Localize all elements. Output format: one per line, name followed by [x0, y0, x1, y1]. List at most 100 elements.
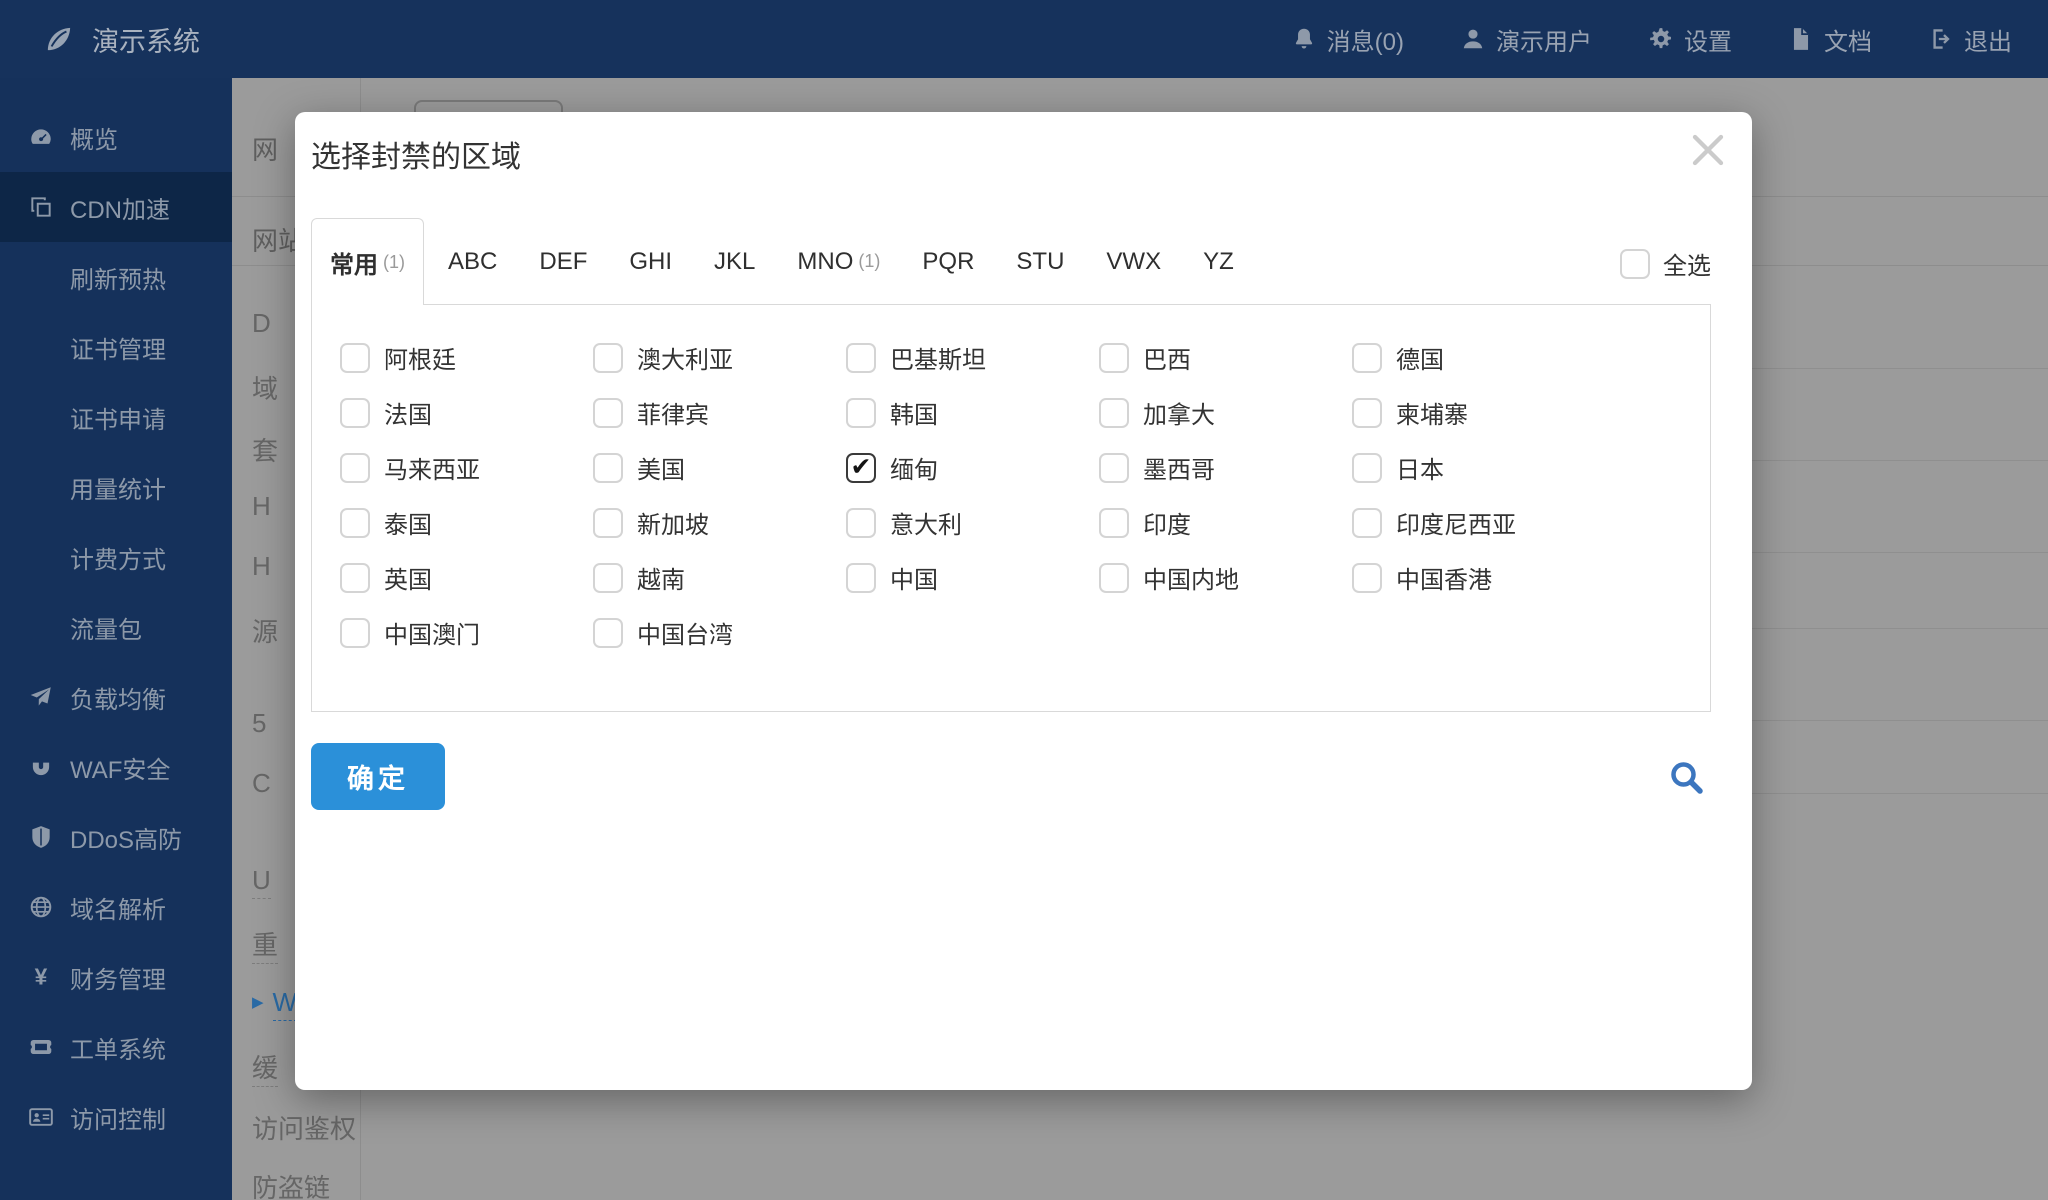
region-checkbox[interactable] — [1099, 508, 1129, 538]
sidebar-item-10[interactable]: DDoS高防 — [0, 802, 232, 872]
region-checkbox[interactable] — [593, 343, 623, 373]
region-option[interactable]: 法国 — [340, 385, 593, 440]
tab-JKL[interactable]: JKL — [714, 218, 755, 305]
brand[interactable]: 演示系统 — [42, 0, 200, 78]
nav-item-1[interactable]: 演示用户 — [1460, 22, 1592, 57]
region-checkbox[interactable] — [340, 398, 370, 428]
region-option[interactable]: 巴西 — [1099, 330, 1352, 385]
region-checkbox[interactable] — [593, 508, 623, 538]
region-option[interactable]: 加拿大 — [1099, 385, 1352, 440]
region-checkbox[interactable] — [340, 343, 370, 373]
sidebar-item-11[interactable]: 域名解析 — [0, 872, 232, 942]
region-checkbox[interactable] — [340, 563, 370, 593]
region-checkbox[interactable] — [1352, 398, 1382, 428]
sidebar-item-3[interactable]: 证书管理 — [0, 312, 232, 382]
region-checkbox[interactable] — [846, 343, 876, 373]
tab-label: MNO — [797, 248, 853, 276]
sidebar-item-12[interactable]: ¥财务管理 — [0, 942, 232, 1012]
nav-item-2[interactable]: 设置 — [1648, 22, 1732, 57]
sidebar-item-14[interactable]: 访问控制 — [0, 1082, 232, 1152]
region-option[interactable]: 中国香港 — [1352, 550, 1605, 605]
region-option[interactable]: 新加坡 — [593, 495, 846, 550]
tab-STU[interactable]: STU — [1016, 218, 1064, 305]
region-checkbox[interactable] — [1352, 508, 1382, 538]
region-option[interactable]: ✔缅甸 — [846, 440, 1099, 495]
region-checkbox[interactable] — [1099, 343, 1129, 373]
tab-count: (1) — [383, 252, 405, 273]
region-label: 新加坡 — [637, 505, 709, 540]
sidebar: 概览CDN加速刷新预热证书管理证书申请用量统计计费方式流量包负载均衡WAF安全D… — [0, 78, 232, 1200]
tab-MNO[interactable]: MNO(1) — [797, 218, 880, 305]
confirm-button[interactable]: 确定 — [311, 743, 445, 810]
region-checkbox[interactable] — [846, 508, 876, 538]
sidebar-item-6[interactable]: 计费方式 — [0, 522, 232, 592]
sidebar-item-label: 用量统计 — [70, 470, 166, 505]
region-option[interactable]: 印度尼西亚 — [1352, 495, 1605, 550]
region-option[interactable]: 澳大利亚 — [593, 330, 846, 385]
region-option[interactable]: 菲律宾 — [593, 385, 846, 440]
sidebar-item-8[interactable]: 负载均衡 — [0, 662, 232, 732]
region-option[interactable]: 越南 — [593, 550, 846, 605]
region-option[interactable]: 泰国 — [340, 495, 593, 550]
sidebar-item-label: 工单系统 — [70, 1030, 166, 1065]
tab-常用[interactable]: 常用(1) — [311, 218, 424, 305]
tab-VWX[interactable]: VWX — [1106, 218, 1161, 305]
region-checkbox[interactable]: ✔ — [846, 453, 876, 483]
region-checkbox[interactable] — [1352, 453, 1382, 483]
select-all[interactable]: 全选 — [1620, 246, 1711, 281]
region-checkbox[interactable] — [593, 453, 623, 483]
region-option[interactable]: 韩国 — [846, 385, 1099, 440]
region-checkbox[interactable] — [593, 398, 623, 428]
tab-YZ[interactable]: YZ — [1203, 218, 1234, 305]
sidebar-item-13[interactable]: 工单系统 — [0, 1012, 232, 1082]
tab-ABC[interactable]: ABC — [448, 218, 497, 305]
region-option[interactable]: 柬埔寨 — [1352, 385, 1605, 440]
sidebar-item-0[interactable]: 概览 — [0, 102, 232, 172]
select-all-checkbox[interactable] — [1620, 249, 1650, 279]
close-icon[interactable] — [1682, 124, 1734, 176]
region-option[interactable]: 意大利 — [846, 495, 1099, 550]
region-checkbox[interactable] — [1352, 343, 1382, 373]
nav-item-3[interactable]: 文档 — [1788, 22, 1872, 57]
region-option[interactable]: 美国 — [593, 440, 846, 495]
sidebar-item-4[interactable]: 证书申请 — [0, 382, 232, 452]
region-checkbox[interactable] — [593, 563, 623, 593]
region-label: 泰国 — [384, 505, 432, 540]
region-checkbox[interactable] — [340, 508, 370, 538]
nav-item-0[interactable]: 消息(0) — [1291, 22, 1404, 57]
region-option[interactable]: 日本 — [1352, 440, 1605, 495]
region-checkbox[interactable] — [340, 618, 370, 648]
region-option[interactable]: 中国台湾 — [593, 605, 846, 660]
region-label: 印度尼西亚 — [1396, 505, 1516, 540]
region-option[interactable]: 中国澳门 — [340, 605, 593, 660]
app-root: 网 网站 D域套HH源5CU重▶W缓访问鉴权防盗链 演示系统 消息(0)演示用户… — [0, 0, 2048, 1200]
sidebar-item-7[interactable]: 流量包 — [0, 592, 232, 662]
region-checkbox[interactable] — [1352, 563, 1382, 593]
paper-plane-icon — [28, 684, 56, 710]
region-checkbox[interactable] — [1099, 453, 1129, 483]
region-option[interactable]: 印度 — [1099, 495, 1352, 550]
region-option[interactable]: 巴基斯坦 — [846, 330, 1099, 385]
sidebar-item-1[interactable]: CDN加速 — [0, 172, 232, 242]
tab-GHI[interactable]: GHI — [629, 218, 672, 305]
region-checkbox[interactable] — [846, 398, 876, 428]
sidebar-item-5[interactable]: 用量统计 — [0, 452, 232, 522]
region-option[interactable]: 马来西亚 — [340, 440, 593, 495]
nav-item-4[interactable]: 退出 — [1928, 22, 2012, 57]
region-checkbox[interactable] — [1099, 563, 1129, 593]
region-checkbox[interactable] — [846, 563, 876, 593]
region-option[interactable]: 中国 — [846, 550, 1099, 605]
tab-DEF[interactable]: DEF — [539, 218, 587, 305]
region-checkbox[interactable] — [593, 618, 623, 648]
tab-PQR[interactable]: PQR — [922, 218, 974, 305]
region-option[interactable]: 英国 — [340, 550, 593, 605]
region-option[interactable]: 德国 — [1352, 330, 1605, 385]
sidebar-item-9[interactable]: WAF安全 — [0, 732, 232, 802]
region-checkbox[interactable] — [1099, 398, 1129, 428]
region-checkbox[interactable] — [340, 453, 370, 483]
region-option[interactable]: 中国内地 — [1099, 550, 1352, 605]
region-option[interactable]: 阿根廷 — [340, 330, 593, 385]
region-option[interactable]: 墨西哥 — [1099, 440, 1352, 495]
sidebar-item-2[interactable]: 刷新预热 — [0, 242, 232, 312]
search-icon[interactable] — [1666, 757, 1708, 799]
